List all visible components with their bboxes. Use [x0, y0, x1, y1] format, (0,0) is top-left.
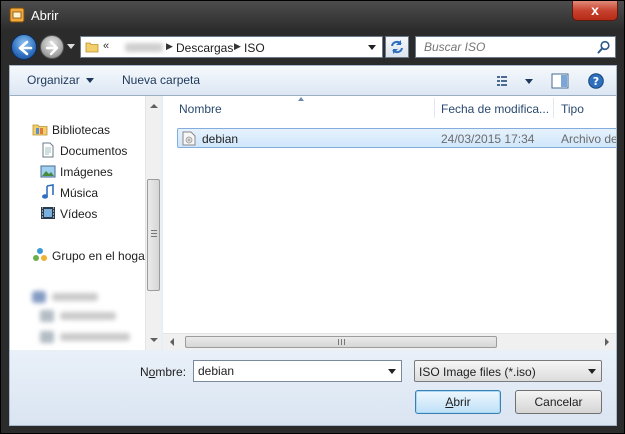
scroll-right-icon[interactable]	[605, 338, 609, 346]
file-list-horizontal-scrollbar[interactable]	[163, 333, 616, 350]
refresh-icon	[391, 40, 403, 54]
sort-ascending-icon	[298, 97, 304, 101]
breadcrumb-separator[interactable]: ▶	[234, 41, 241, 52]
column-divider[interactable]	[434, 98, 435, 118]
iso-file-icon	[182, 131, 196, 146]
cancel-button[interactable]: Cancelar	[515, 390, 602, 414]
forward-button[interactable]	[40, 35, 64, 59]
scroll-thumb[interactable]	[185, 336, 497, 348]
file-row-debian[interactable]: debian 24/03/2015 17:34 Archivo de	[177, 128, 616, 148]
sidebar-item-label: Vídeos	[60, 207, 98, 221]
address-root-chevron[interactable]: «	[103, 40, 109, 52]
open-file-dialog: Abrir x « ▶ Descargas ▶ ISO Buscar ISO O…	[0, 0, 625, 434]
navigation-vertical-scrollbar[interactable]	[145, 96, 161, 350]
organize-button[interactable]: Organizar	[27, 73, 94, 87]
search-icon[interactable]	[597, 40, 611, 54]
column-divider[interactable]	[553, 98, 554, 118]
view-options-chevron-icon[interactable]	[525, 79, 533, 84]
back-button[interactable]	[11, 34, 37, 60]
preview-pane-icon[interactable]	[551, 73, 569, 89]
redacted-path-segment	[125, 43, 163, 52]
content-area: Bibliotecas Documentos Imágenes Música V…	[9, 96, 617, 350]
window-title: Abrir	[31, 8, 59, 23]
sidebar-item-label: Documentos	[60, 144, 128, 158]
scroll-up-icon[interactable]	[150, 104, 158, 108]
search-box[interactable]	[415, 36, 616, 58]
folder-icon	[85, 42, 99, 53]
videos-icon	[41, 207, 55, 219]
command-bar: Organizar Nueva carpeta ?	[9, 65, 617, 96]
file-name-input[interactable]	[194, 361, 380, 381]
chevron-down-icon	[85, 78, 94, 84]
file-modified: 24/03/2015 17:34	[441, 132, 535, 146]
new-folder-button[interactable]: Nueva carpeta	[122, 73, 200, 87]
search-input[interactable]	[416, 37, 596, 57]
arrow-right-icon	[45, 40, 59, 56]
sidebar-item-label: Grupo en el hogar	[52, 249, 149, 263]
file-type-filter-select[interactable]: ISO Image files (*.iso)	[414, 360, 602, 382]
breadcrumb-separator[interactable]: ▶	[166, 41, 173, 52]
view-list-icon[interactable]	[496, 73, 514, 89]
help-icon[interactable]: ?	[587, 73, 605, 89]
sidebar-item-label: Imágenes	[60, 165, 113, 179]
organize-label: Organizar	[27, 73, 80, 87]
chevron-down-icon	[588, 369, 596, 374]
column-header-modified[interactable]: Fecha de modifica...	[441, 102, 549, 116]
file-name: debian	[202, 132, 239, 146]
library-icon	[32, 124, 48, 136]
music-icon	[42, 184, 54, 199]
chevron-down-icon[interactable]	[365, 40, 379, 54]
scroll-down-icon[interactable]	[150, 338, 158, 342]
chevron-down-icon[interactable]	[388, 369, 396, 374]
column-header-name[interactable]: Nombre	[179, 102, 222, 116]
pictures-icon	[40, 165, 56, 178]
arrow-left-icon	[18, 40, 33, 56]
close-button[interactable]: x	[572, 1, 618, 21]
sidebar-item-label: Música	[60, 186, 99, 200]
breadcrumb-iso[interactable]: ISO	[244, 41, 265, 55]
file-type-filter-value: ISO Image files (*.iso)	[419, 365, 536, 379]
recent-pages-chevron-icon[interactable]	[67, 44, 75, 50]
file-type: Archivo de	[561, 132, 616, 146]
dialog-footer: Nombre: ISO Image files (*.iso) Abrir Ca…	[9, 350, 617, 426]
refresh-button[interactable]	[385, 36, 409, 58]
title-bar: Abrir x	[1, 1, 624, 29]
file-list-pane[interactable]: Nombre Fecha de modifica... Tipo debian …	[163, 96, 616, 350]
navigation-pane[interactable]: Bibliotecas Documentos Imágenes Música V…	[10, 96, 161, 350]
svg-text:?: ?	[593, 75, 599, 88]
sidebar-item-label: Bibliotecas	[52, 123, 111, 137]
file-name-label: Nombre:	[140, 365, 187, 379]
address-bar[interactable]: « ▶ Descargas ▶ ISO	[80, 36, 383, 58]
open-button[interactable]: Abrir	[415, 390, 501, 414]
file-name-combobox[interactable]	[193, 360, 402, 382]
column-header-row: Nombre Fecha de modifica... Tipo	[163, 96, 616, 120]
homegroup-icon	[33, 248, 47, 261]
breadcrumb-descargas[interactable]: Descargas	[176, 41, 233, 55]
scroll-left-icon[interactable]	[170, 338, 174, 346]
scroll-thumb[interactable]	[147, 179, 160, 291]
column-header-type[interactable]: Tipo	[561, 102, 584, 116]
close-icon: x	[591, 2, 599, 18]
documents-icon	[42, 142, 54, 158]
app-icon	[9, 7, 25, 23]
